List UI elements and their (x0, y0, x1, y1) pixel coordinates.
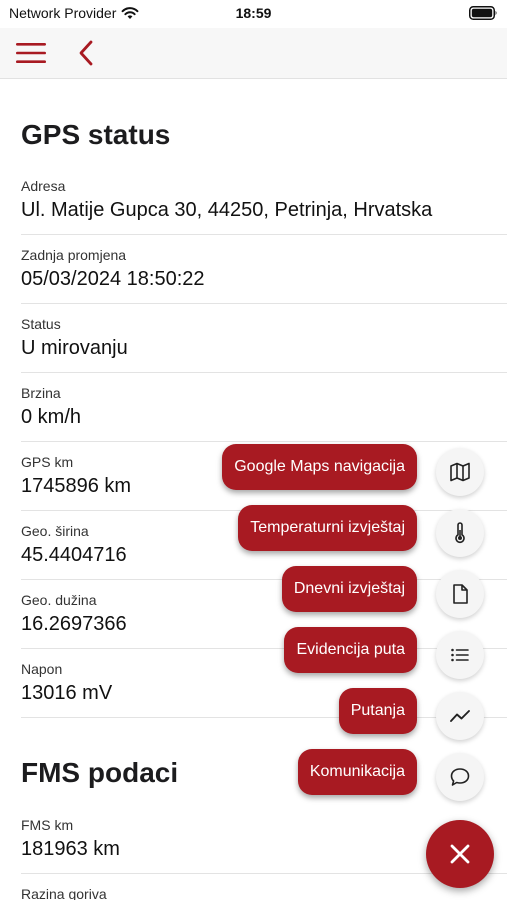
field-label: Brzina (21, 385, 61, 401)
temperature-report-button[interactable]: Temperaturni izvještaj (238, 505, 417, 551)
close-menu-button[interactable] (426, 820, 494, 888)
field-label: FMS km (21, 817, 74, 833)
field-label: GPS km (21, 454, 74, 470)
field-status: Status U mirovanju (21, 304, 507, 373)
list-icon[interactable] (436, 631, 484, 679)
thermometer-icon[interactable] (436, 509, 484, 557)
field-value: 16.2697366 (21, 613, 127, 635)
daily-report-button[interactable]: Dnevni izvještaj (281, 566, 417, 612)
gps-status-title: GPS status (21, 119, 171, 150)
field-label: Geo. dužina (21, 592, 97, 608)
trend-line-icon[interactable] (436, 692, 484, 740)
battery-icon (469, 6, 498, 20)
route-button[interactable]: Putanja (338, 688, 417, 734)
field-label: Status (21, 316, 61, 332)
field-last-change: Zadnja promjena 05/03/2024 18:50:22 (21, 235, 507, 304)
field-label: Adresa (21, 178, 66, 194)
fms-data-title: FMS podaci (21, 757, 179, 788)
field-label: Razina goriva (21, 886, 107, 900)
clock: 18:59 (235, 5, 272, 21)
field-value: 45.4404716 (21, 544, 127, 566)
chat-bubble-icon[interactable] (436, 753, 484, 801)
field-value: 0 km/h (21, 406, 82, 428)
field-voltage: Napon 13016 mV (21, 649, 507, 718)
field-label: Zadnja promjena (21, 247, 127, 263)
back-chevron-icon[interactable] (74, 38, 98, 68)
status-bar: Network Provider 18:59 (0, 0, 507, 28)
close-icon (449, 843, 471, 865)
google-maps-navigation-button[interactable]: Google Maps navigacija (222, 444, 417, 490)
field-label: Geo. širina (21, 523, 89, 539)
communication-button[interactable]: Komunikacija (297, 749, 417, 795)
document-icon[interactable] (436, 570, 484, 618)
field-value: 181963 km (21, 838, 120, 860)
field-value: 13016 mV (21, 682, 113, 704)
field-value: 1745896 km (21, 475, 132, 497)
field-longitude: Geo. dužina 16.2697366 (21, 580, 507, 649)
map-icon[interactable] (436, 448, 484, 496)
field-address: Adresa Ul. Matije Gupca 30, 44250, Petri… (21, 166, 507, 235)
field-speed: Brzina 0 km/h (21, 373, 507, 442)
hamburger-menu-icon[interactable] (14, 39, 50, 67)
field-value: U mirovanju (21, 337, 128, 359)
field-value: 05/03/2024 18:50:22 (21, 268, 205, 290)
field-label: Napon (21, 661, 63, 677)
trip-log-button[interactable]: Evidencija puta (284, 627, 417, 673)
navigation-bar (0, 28, 507, 79)
field-value: Ul. Matije Gupca 30, 44250, Petrinja, Hr… (21, 199, 433, 221)
field-fuel-level: Razina goriva (21, 874, 507, 900)
